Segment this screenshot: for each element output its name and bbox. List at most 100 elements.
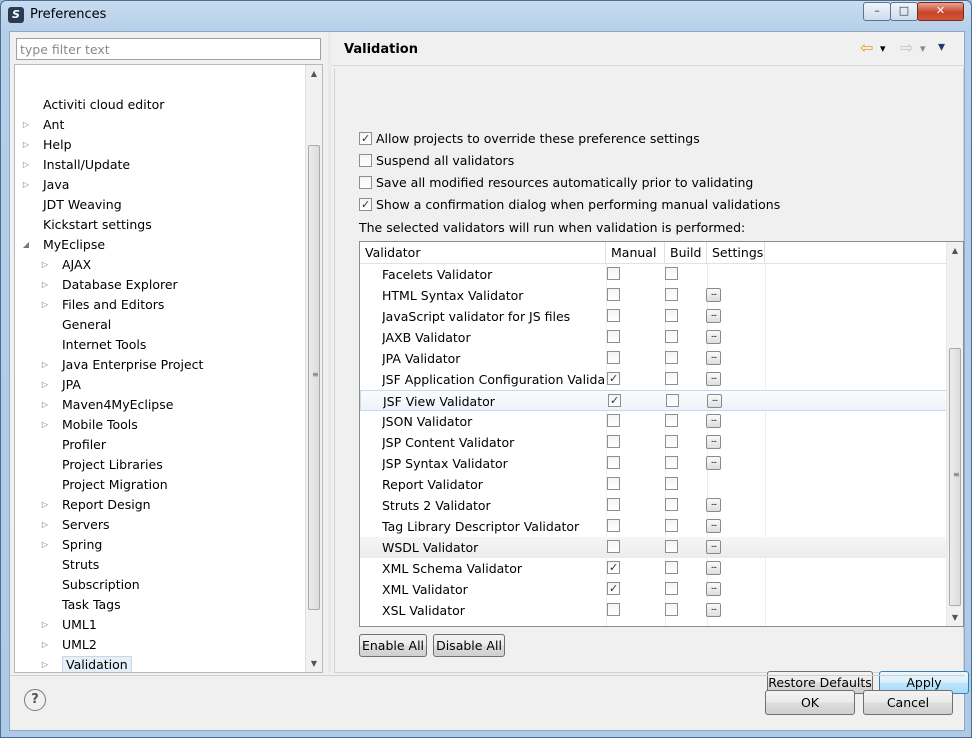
view-menu-icon[interactable]: ▾ [938, 39, 945, 55]
collapsed-arrow-icon[interactable]: ▷ [21, 115, 31, 135]
tree-item[interactable]: Subscription [40, 575, 140, 595]
enable-all-button[interactable]: Enable All [359, 634, 427, 657]
table-row[interactable]: JSON Validator... [360, 411, 947, 432]
collapsed-arrow-icon[interactable]: ▷ [40, 375, 50, 395]
manual-checkbox[interactable] [607, 519, 620, 532]
tree-item[interactable]: ▷ Install/Update [21, 155, 130, 175]
collapsed-arrow-icon[interactable]: ▷ [40, 415, 50, 435]
build-checkbox[interactable] [665, 519, 678, 532]
build-checkbox[interactable] [665, 477, 678, 490]
scroll-down-icon[interactable]: ▼ [947, 609, 963, 626]
manual-checkbox[interactable] [607, 498, 620, 511]
tree-item[interactable]: Project Libraries [40, 455, 163, 475]
settings-button[interactable]: ... [706, 414, 721, 428]
manual-checkbox[interactable] [607, 330, 620, 343]
table-row[interactable]: Facelets Validator [360, 264, 947, 285]
collapsed-arrow-icon[interactable]: ▷ [40, 355, 50, 375]
collapsed-arrow-icon[interactable]: ▷ [40, 275, 50, 295]
table-row[interactable]: XSL Validator... [360, 600, 947, 621]
table-row[interactable]: JSF Application Configuration Valida....… [360, 369, 947, 390]
option-checkbox[interactable] [359, 176, 372, 189]
settings-button[interactable]: ... [706, 351, 721, 365]
table-scroll-thumb[interactable]: ≡ [949, 348, 961, 606]
tree-item[interactable]: ▷ Spring [40, 535, 102, 555]
build-checkbox[interactable] [665, 540, 678, 553]
manual-checkbox[interactable] [607, 582, 620, 595]
build-checkbox[interactable] [666, 394, 679, 407]
option-checkbox-row[interactable]: Suspend all validators [359, 152, 514, 170]
option-checkbox[interactable] [359, 198, 372, 211]
column-header-settings[interactable]: Settings [707, 242, 765, 264]
build-checkbox[interactable] [665, 435, 678, 448]
tree-item[interactable]: Profiler [40, 435, 106, 455]
table-row[interactable]: JSP Syntax Validator... [360, 453, 947, 474]
option-checkbox-row[interactable]: Save all modified resources automaticall… [359, 174, 753, 192]
help-icon[interactable]: ? [24, 689, 46, 711]
tree-item[interactable]: ▷ Ant [21, 115, 64, 135]
table-row[interactable]: XML Schema Validator... [360, 558, 947, 579]
collapsed-arrow-icon[interactable]: ▷ [40, 395, 50, 415]
close-button[interactable]: ✕ [917, 2, 964, 21]
tree-item[interactable]: ▷ UML2 [40, 635, 97, 655]
tree-item[interactable]: ▷ UML1 [40, 615, 97, 635]
tree-item[interactable]: ▷ Validation [40, 655, 132, 672]
forward-history-dropdown-icon[interactable]: ▾ [920, 42, 926, 55]
maximize-button[interactable]: □ [890, 2, 918, 21]
tree-item[interactable]: Task Tags [40, 595, 121, 615]
disable-all-button[interactable]: Disable All [433, 634, 505, 657]
collapsed-arrow-icon[interactable]: ▷ [40, 515, 50, 535]
manual-checkbox[interactable] [607, 267, 620, 280]
pane-sash[interactable] [328, 32, 331, 672]
collapsed-arrow-icon[interactable]: ▷ [40, 615, 50, 635]
expanded-arrow-icon[interactable]: ◢ [21, 235, 31, 255]
build-checkbox[interactable] [665, 561, 678, 574]
collapsed-arrow-icon[interactable]: ▷ [40, 295, 50, 315]
settings-button[interactable]: ... [706, 288, 721, 302]
settings-button[interactable]: ... [706, 435, 721, 449]
table-row[interactable]: Report Validator [360, 474, 947, 495]
option-checkbox-row[interactable]: Show a confirmation dialog when performi… [359, 196, 780, 214]
option-checkbox[interactable] [359, 132, 372, 145]
build-checkbox[interactable] [665, 288, 678, 301]
settings-button[interactable]: ... [706, 519, 721, 533]
build-checkbox[interactable] [665, 582, 678, 595]
minimize-button[interactable]: – [863, 2, 891, 21]
back-history-dropdown-icon[interactable]: ▾ [880, 42, 886, 55]
build-checkbox[interactable] [665, 330, 678, 343]
tree-item[interactable]: ▷ Maven4MyEclipse [40, 395, 174, 415]
build-checkbox[interactable] [665, 414, 678, 427]
table-row[interactable]: Struts 2 Validator... [360, 495, 947, 516]
settings-button[interactable]: ... [706, 330, 721, 344]
table-row[interactable]: WSDL Validator... [360, 537, 947, 558]
build-checkbox[interactable] [665, 456, 678, 469]
manual-checkbox[interactable] [607, 540, 620, 553]
tree-item[interactable]: Kickstart settings [21, 215, 152, 235]
tree-scrollbar[interactable]: ▲ ≡ ▼ [305, 65, 322, 672]
ok-button[interactable]: OK [765, 690, 855, 715]
manual-checkbox[interactable] [607, 477, 620, 490]
collapsed-arrow-icon[interactable]: ▷ [40, 655, 50, 672]
table-row[interactable]: JAXB Validator... [360, 327, 947, 348]
scroll-up-icon[interactable]: ▲ [306, 65, 322, 82]
collapsed-arrow-icon[interactable]: ▷ [21, 175, 31, 195]
collapsed-arrow-icon[interactable]: ▷ [40, 255, 50, 275]
settings-button[interactable]: ... [706, 561, 721, 575]
tree-item[interactable]: ▷ AJAX [40, 255, 91, 275]
tree-item[interactable]: ▷ JPA [40, 375, 81, 395]
column-header-manual[interactable]: Manual [606, 242, 665, 264]
manual-checkbox[interactable] [607, 456, 620, 469]
settings-button[interactable]: ... [706, 309, 721, 323]
settings-button[interactable]: ... [707, 394, 722, 408]
build-checkbox[interactable] [665, 372, 678, 385]
collapsed-arrow-icon[interactable]: ▷ [40, 535, 50, 555]
settings-button[interactable]: ... [706, 498, 721, 512]
title-bar[interactable]: S Preferences – □ ✕ [1, 1, 971, 29]
tree-item[interactable]: Activiti cloud editor [21, 95, 164, 115]
settings-button[interactable]: ... [706, 603, 721, 617]
build-checkbox[interactable] [665, 351, 678, 364]
filter-input[interactable] [16, 38, 321, 60]
manual-checkbox[interactable] [607, 561, 620, 574]
scroll-down-icon[interactable]: ▼ [306, 655, 322, 672]
tree-item[interactable]: ▷ Java Enterprise Project [40, 355, 204, 375]
build-checkbox[interactable] [665, 267, 678, 280]
